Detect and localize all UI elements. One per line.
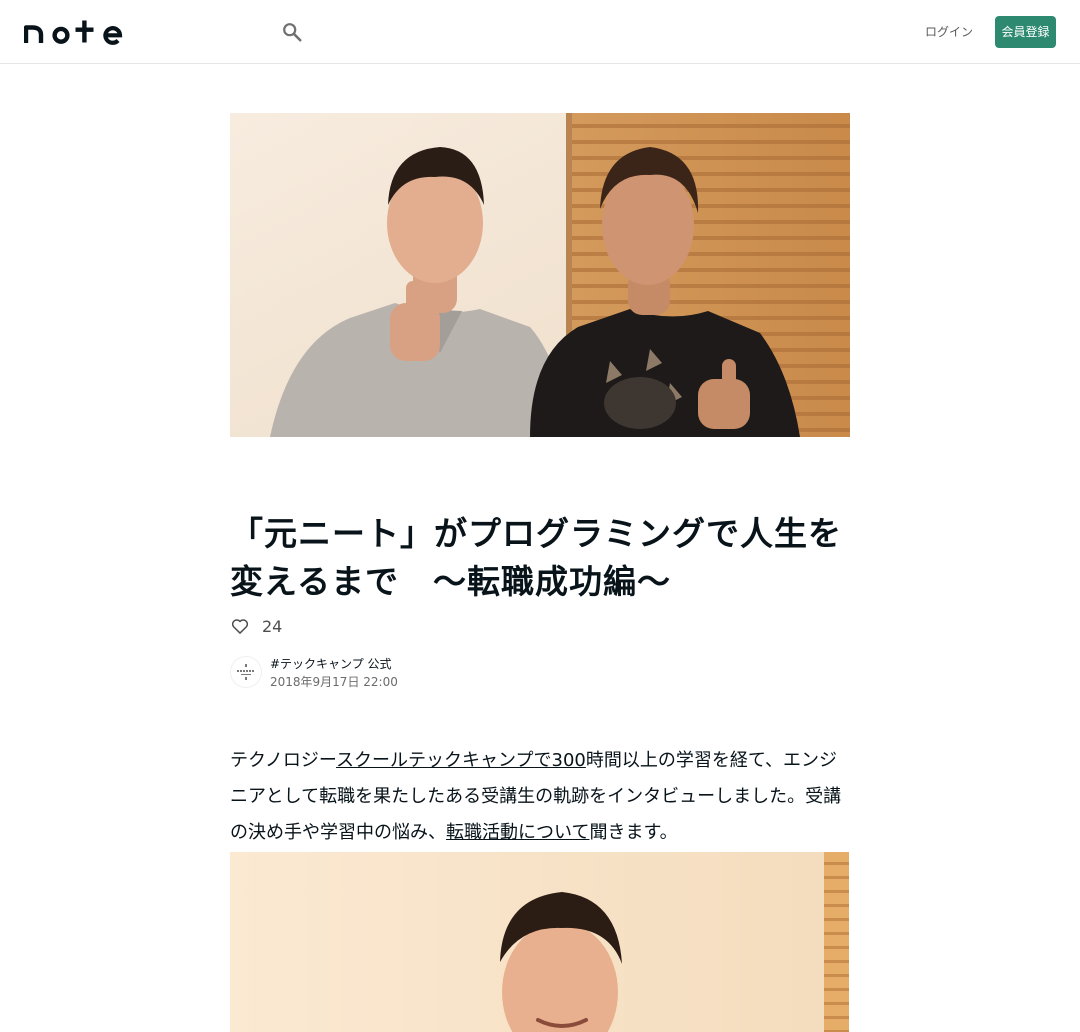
- note-logo[interactable]: [23, 19, 124, 45]
- hero-image: [230, 113, 850, 437]
- search-icon: [283, 23, 302, 42]
- post-date: 2018年9月17日 22:00: [270, 675, 398, 689]
- article-body: テクノロジースクールテックキャンプで300時間以上の学習を経て、エンジニアとして…: [230, 743, 850, 851]
- body-text-3: 聞きます。: [589, 822, 678, 843]
- job-change-link[interactable]: 転職活動について: [446, 822, 589, 843]
- article-photo: [230, 852, 849, 1032]
- heart-outline-icon[interactable]: [230, 616, 250, 636]
- like-section: 24: [230, 612, 282, 640]
- signup-button[interactable]: 会員登録: [995, 16, 1056, 48]
- like-count: 24: [262, 616, 283, 636]
- school-link[interactable]: スクールテックキャンプで300: [336, 750, 586, 771]
- author-name[interactable]: #テックキャンプ 公式: [270, 656, 392, 672]
- login-link[interactable]: ログイン: [922, 16, 976, 48]
- search-button[interactable]: [278, 18, 306, 46]
- article-title: 「元ニート」がプログラミングで人生を変えるまで 〜転職成功編〜: [230, 514, 842, 601]
- site-header: ログイン 会員登録: [0, 0, 1080, 64]
- body-text-1: テクノロジー: [230, 750, 337, 771]
- author-avatar[interactable]: [230, 656, 262, 688]
